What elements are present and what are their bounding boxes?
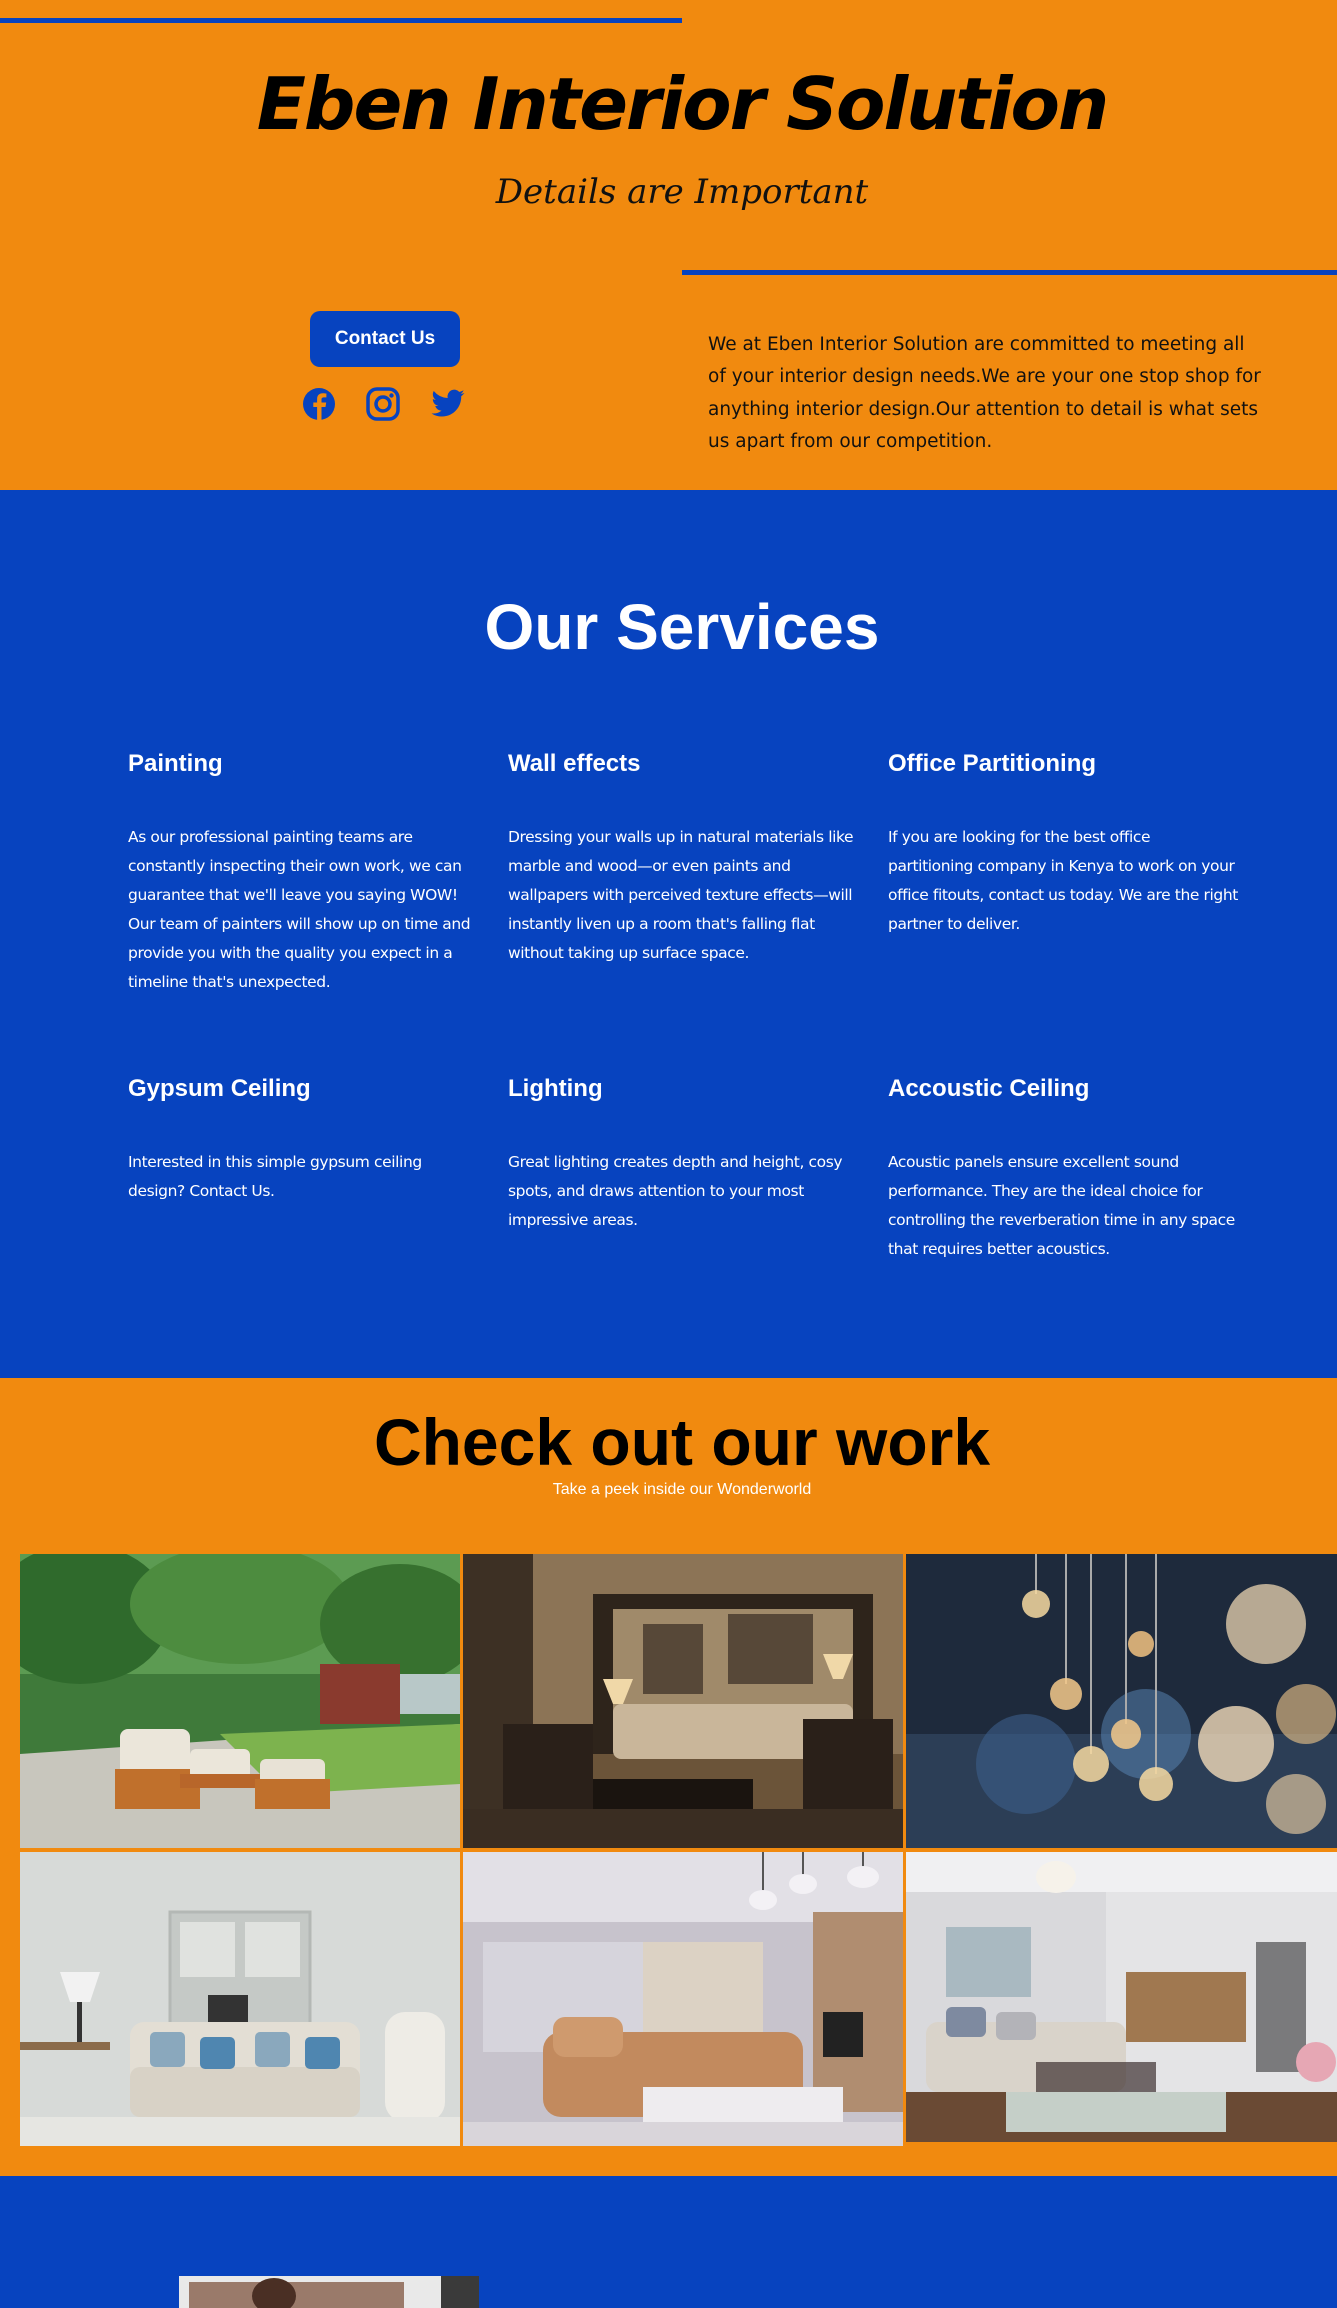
hero-divider-mid <box>682 270 1337 275</box>
contact-us-button[interactable]: Contact Us <box>310 311 460 367</box>
service-description: Interested in this simple gypsum ceiling… <box>128 1153 422 1200</box>
testimonial-photo <box>179 2276 479 2308</box>
open-plan-image <box>906 1852 1337 2142</box>
service-title: Gypsum Ceiling <box>128 1075 311 1102</box>
work-section: Check out our work Take a peek inside ou… <box>0 1378 1337 2176</box>
service-card-wall-effects: Wall effects Dressing your walls up in n… <box>508 750 858 968</box>
testimonial-section <box>0 2176 1337 2308</box>
gallery-photo-patio[interactable] <box>20 1554 460 1848</box>
hero-divider-top <box>0 18 682 23</box>
service-description: As our professional painting teams are c… <box>128 828 471 991</box>
service-description: Dressing your walls up in natural materi… <box>508 828 854 962</box>
service-title: Lighting <box>508 1075 603 1102</box>
patio-image <box>20 1554 460 1848</box>
gallery-photo-open-plan[interactable] <box>906 1852 1337 2142</box>
testimonial-image <box>179 2276 479 2308</box>
service-card-gypsum-ceiling: Gypsum Ceiling Interested in this simple… <box>128 1075 478 1206</box>
work-title: Check out our work <box>373 1405 991 1479</box>
gallery-photo-living-room[interactable] <box>463 1554 903 1848</box>
site-title: Eben Interior Solution <box>256 62 1109 146</box>
services-title: Our Services <box>484 591 880 663</box>
service-card-office-partitioning: Office Partitioning If you are looking f… <box>888 750 1238 939</box>
instagram-icon <box>366 387 400 421</box>
instagram-link[interactable] <box>365 386 401 422</box>
gallery-photo-lighting[interactable] <box>906 1554 1337 1848</box>
service-title: Painting <box>128 750 223 777</box>
site-tagline: Details are Important <box>495 172 869 212</box>
service-title: Office Partitioning <box>888 750 1097 777</box>
service-card-lighting: Lighting Great lighting creates depth an… <box>508 1075 858 1235</box>
services-section: Our Services Painting As our professiona… <box>0 490 1337 1378</box>
twitter-icon <box>431 389 465 417</box>
service-description: If you are looking for the best office p… <box>888 828 1238 933</box>
work-subtitle: Take a peek inside our Wonderworld <box>552 1481 812 1498</box>
gallery-photo-modern-lounge[interactable] <box>463 1852 903 2146</box>
facebook-icon <box>303 388 335 420</box>
modern-lounge-image <box>463 1852 903 2146</box>
service-card-painting: Painting As our professional painting te… <box>128 750 478 997</box>
service-description: Great lighting creates depth and height,… <box>508 1153 843 1229</box>
service-title: Wall effects <box>508 750 641 777</box>
hero-description: We at Eben Interior Solution are committ… <box>708 333 1261 453</box>
service-description: Acoustic panels ensure excellent sound p… <box>888 1153 1235 1258</box>
twitter-link[interactable] <box>430 386 466 422</box>
hero-section: Eben Interior Solution Details are Impor… <box>0 0 1337 490</box>
gallery-photo-white-lounge[interactable] <box>20 1852 460 2146</box>
living-room-image <box>463 1554 903 1848</box>
white-lounge-image <box>20 1852 460 2146</box>
service-title: Accoustic Ceiling <box>888 1075 1090 1102</box>
lighting-image <box>906 1554 1337 1848</box>
facebook-link[interactable] <box>301 386 337 422</box>
service-card-acoustic-ceiling: Accoustic Ceiling Acoustic panels ensure… <box>888 1075 1238 1264</box>
